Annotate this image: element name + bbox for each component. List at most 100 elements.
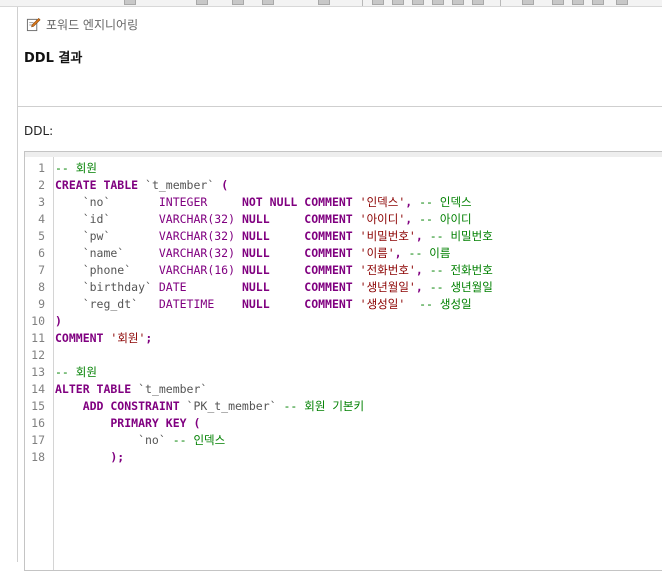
code-token: `no`: [55, 433, 173, 447]
code-token: COMMENT: [304, 263, 360, 277]
code-token: '이름': [359, 246, 395, 260]
code-line: 9 `reg_dt` DATETIME NULL COMMENT '생성일' -…: [25, 296, 493, 313]
code-token: `name`: [55, 246, 159, 260]
code-token: '인덱스': [359, 195, 406, 209]
code-token: ,: [415, 280, 430, 294]
toolbar-icon[interactable]: [372, 0, 384, 5]
toolbar-icon[interactable]: [592, 0, 604, 5]
code-token: -- 생년월일: [429, 280, 493, 294]
code-token: COMMENT: [304, 229, 360, 243]
code-text: `birthday` DATE NULL COMMENT '생년월일', -- …: [55, 279, 493, 296]
code-token: COMMENT: [304, 212, 360, 226]
code-token: ): [55, 314, 62, 328]
code-token: '회원': [110, 331, 146, 345]
line-number: 10: [31, 314, 45, 328]
line-number: 16: [31, 416, 45, 430]
code-text: CREATE TABLE `t_member` (: [55, 177, 228, 194]
toolbar-icon[interactable]: [196, 0, 208, 5]
code-token: VARCHAR(32): [158, 229, 242, 243]
line-number: 17: [31, 433, 45, 447]
code-token: NULL: [241, 280, 305, 294]
code-text: PRIMARY KEY (: [55, 415, 200, 432]
code-token: CREATE TABLE: [55, 178, 139, 192]
code-line: 8 `birthday` DATE NULL COMMENT '생년월일', -…: [25, 279, 493, 296]
code-token: VARCHAR(32): [158, 212, 242, 226]
code-token: -- 비밀번호: [429, 229, 493, 243]
code-line: 18 );: [25, 449, 493, 466]
code-text: `phone` VARCHAR(16) NULL COMMENT '전화번호',…: [55, 262, 493, 279]
toolbar-strip: [0, 0, 662, 7]
code-text: ALTER TABLE `t_member`: [55, 381, 207, 398]
line-number: 4: [38, 212, 45, 226]
toolbar-icon[interactable]: [262, 0, 274, 5]
code-token: VARCHAR(32): [158, 246, 242, 260]
toolbar-icon[interactable]: [432, 0, 444, 5]
code-text: );: [55, 449, 124, 466]
ddl-label: DDL:: [24, 124, 54, 138]
code-token: NULL: [241, 246, 305, 260]
code-token: -- 이름: [408, 246, 451, 260]
panel-header: 포워드 엔지니어링: [26, 14, 138, 34]
code-token: ALTER TABLE: [55, 382, 132, 396]
code-token: ,: [415, 263, 430, 277]
toolbar-icon[interactable]: [522, 0, 534, 5]
code-token: -- 회원: [55, 161, 97, 175]
code-line: 12: [25, 347, 493, 364]
code-token: COMMENT: [304, 280, 360, 294]
code-token: NULL: [241, 229, 305, 243]
code-token: COMMENT: [304, 246, 360, 260]
code-text: ): [55, 313, 62, 330]
code-token: DATETIME: [158, 297, 242, 311]
toolbar-separator: [500, 0, 501, 6]
code-text: `id` VARCHAR(32) NULL COMMENT '아이디', -- …: [55, 211, 472, 228]
toolbar-icon[interactable]: [124, 0, 136, 5]
code-text: -- 회원: [55, 364, 97, 381]
toolbar-icon[interactable]: [392, 0, 404, 5]
code-line: 17 `no` -- 인덱스: [25, 432, 493, 449]
code-token: INTEGER: [158, 195, 242, 209]
code-line: 14 ALTER TABLE `t_member`: [25, 381, 493, 398]
panel-title: 포워드 엔지니어링: [46, 17, 139, 32]
toolbar-icon[interactable]: [452, 0, 464, 5]
toolbar-icon[interactable]: [412, 0, 424, 5]
code-token: -- 인덱스: [172, 433, 226, 447]
code-line: 5 `pw` VARCHAR(32) NULL COMMENT '비밀번호', …: [25, 228, 493, 245]
code-line: 10): [25, 313, 493, 330]
code-line: 13 -- 회원: [25, 364, 493, 381]
panel-left-border: [17, 7, 18, 562]
line-number: 2: [38, 178, 45, 192]
toolbar-icon[interactable]: [472, 0, 484, 5]
code-token: NULL: [241, 263, 305, 277]
code-token: COMMENT: [304, 297, 360, 311]
code-token: );: [55, 450, 125, 464]
toolbar-icon[interactable]: [572, 0, 584, 5]
code-text: `name` VARCHAR(32) NULL COMMENT '이름', --…: [55, 245, 451, 262]
code-token: '비밀번호': [359, 229, 416, 243]
toolbar-icon[interactable]: [232, 0, 244, 5]
code-token: -- 전화번호: [429, 263, 493, 277]
toolbar-icon[interactable]: [552, 0, 564, 5]
line-number: 1: [38, 161, 45, 175]
line-number: 12: [31, 348, 45, 362]
code-token: `t_member`: [138, 178, 222, 192]
line-number: 14: [31, 382, 45, 396]
code-token: ;: [145, 331, 153, 345]
code-text: ADD CONSTRAINT `PK_t_member` -- 회원 기본키: [55, 398, 364, 415]
code-text: `no` -- 인덱스: [55, 432, 225, 449]
line-number: 13: [31, 365, 45, 379]
line-number: 5: [38, 229, 45, 243]
code-token: `phone`: [55, 263, 159, 277]
code-token: ADD CONSTRAINT: [55, 399, 180, 413]
code-token: NOT NULL: [241, 195, 305, 209]
toolbar-icon[interactable]: [616, 0, 628, 5]
ddl-code-editor[interactable]: 1 -- 회원 2 CREATE TABLE `t_member` (3 `no` I…: [24, 151, 662, 571]
toolbar-icon[interactable]: [318, 0, 330, 5]
code-token: ,: [405, 212, 420, 226]
code-line: 7 `phone` VARCHAR(16) NULL COMMENT '전화번호…: [25, 262, 493, 279]
code-line: 2 CREATE TABLE `t_member` (: [25, 177, 493, 194]
code-text: -- 회원: [55, 160, 97, 177]
code-token: '생년월일': [359, 280, 416, 294]
code-lines: 1 -- 회원 2 CREATE TABLE `t_member` (3 `no` I…: [25, 160, 493, 466]
line-number: 11: [31, 331, 45, 345]
